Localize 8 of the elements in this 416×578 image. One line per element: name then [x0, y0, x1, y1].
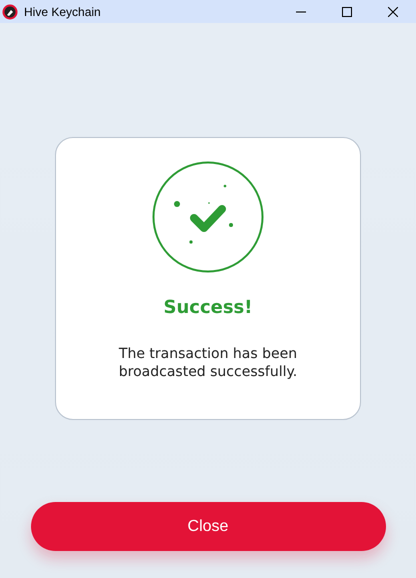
- close-icon[interactable]: [388, 6, 398, 16]
- success-message: The transaction has been broadcasted successfully.: [118, 345, 298, 381]
- window-title: Hive Keychain: [24, 4, 102, 18]
- app-logo-icon: [2, 4, 18, 20]
- dialog-title: Success!: [164, 297, 252, 318]
- maximize-icon[interactable]: [342, 6, 352, 16]
- close-button[interactable]: Close: [30, 502, 386, 551]
- success-check-icon: [152, 161, 264, 273]
